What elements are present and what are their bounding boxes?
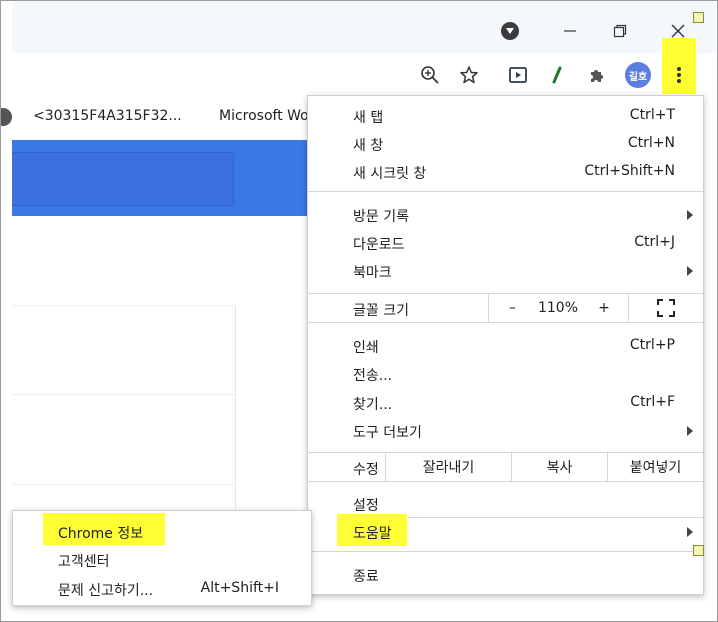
menu-item-cast[interactable]: 전송... xyxy=(308,360,703,388)
divider xyxy=(12,394,236,395)
menu-item-exit[interactable]: 종료 xyxy=(308,561,703,589)
puzzle-icon[interactable] xyxy=(582,60,612,90)
extension-slash-icon[interactable] xyxy=(542,60,572,90)
edit-row: 수정 잘라내기 복사 붙여넣기 xyxy=(308,452,703,482)
minimize-icon[interactable] xyxy=(552,15,588,47)
menu-item-label: 방문 기록 xyxy=(353,209,409,225)
paste-button[interactable]: 붙여넣기 xyxy=(607,453,703,481)
menu-item-shortcut: Ctrl+T xyxy=(629,107,675,123)
bookmark-item[interactable]: Microsoft Wo xyxy=(219,108,309,124)
menu-item-more-tools[interactable]: 도구 더보기 xyxy=(308,417,703,445)
menu-item-downloads[interactable]: 다운로드 Ctrl+J xyxy=(308,229,703,257)
menu-item-find[interactable]: 찾기... Ctrl+F xyxy=(308,389,703,417)
page-banner xyxy=(12,140,308,216)
help-submenu: Chrome 정보 고객센터 문제 신고하기... Alt+Shift+I xyxy=(12,510,312,606)
star-icon[interactable] xyxy=(454,60,484,90)
menu-item-label: 설정 xyxy=(353,498,379,514)
menu-item-label: 인쇄 xyxy=(353,340,379,356)
profile-avatar[interactable]: 길호 xyxy=(623,60,653,90)
menu-item-shortcut: Ctrl+Shift+N xyxy=(584,163,675,179)
menu-item-label: 새 시크릿 창 xyxy=(353,166,427,182)
cut-button[interactable]: 잘라내기 xyxy=(385,453,511,481)
menu-item-label: 도구 더보기 xyxy=(353,425,422,441)
submenu-arrow-icon xyxy=(687,426,693,436)
menu-item-new-window[interactable]: 새 창 Ctrl+N xyxy=(308,130,703,158)
tab-search-dropdown-icon[interactable] xyxy=(492,15,528,47)
browser-toolbar: 길호 xyxy=(12,38,716,96)
menu-separator xyxy=(308,551,703,552)
selection-handle xyxy=(693,12,704,23)
edit-label: 수정 xyxy=(353,462,379,478)
menu-item-label: 종료 xyxy=(353,569,379,585)
submenu-item-about-chrome[interactable]: Chrome 정보 xyxy=(13,518,311,546)
fullscreen-icon[interactable] xyxy=(628,294,703,322)
menu-item-help[interactable]: 도움말 xyxy=(308,518,703,546)
bookmarks-bar: <30315F4A315F32... Microsoft Wo xyxy=(0,100,320,132)
menu-item-history[interactable]: 방문 기록 xyxy=(308,201,703,229)
menu-item-label: 새 창 xyxy=(353,138,384,154)
menu-item-new-tab[interactable]: 새 탭 Ctrl+T xyxy=(308,102,703,130)
menu-item-print[interactable]: 인쇄 Ctrl+P xyxy=(308,332,703,360)
menu-item-shortcut: Ctrl+J xyxy=(634,234,675,250)
submenu-arrow-icon xyxy=(687,266,693,276)
menu-item-incognito[interactable]: 새 시크릿 창 Ctrl+Shift+N xyxy=(308,158,703,186)
menu-item-shortcut: Ctrl+P xyxy=(629,337,675,353)
submenu-item-label: 고객센터 xyxy=(58,554,110,570)
submenu-item-label: 문제 신고하기... xyxy=(58,583,154,599)
submenu-item-help-center[interactable]: 고객센터 xyxy=(13,546,311,574)
menu-item-label: 도움말 xyxy=(353,526,392,542)
menu-item-shortcut: Ctrl+N xyxy=(627,135,675,151)
copy-button[interactable]: 복사 xyxy=(511,453,607,481)
zoom-in-button[interactable]: + xyxy=(580,294,628,322)
menu-item-label: 새 탭 xyxy=(353,110,384,126)
zoom-icon[interactable] xyxy=(415,60,445,90)
content-card xyxy=(12,305,236,535)
menu-item-label: 찾기... xyxy=(353,397,393,413)
menu-item-label: 전송... xyxy=(353,368,393,384)
menu-item-label: 북마크 xyxy=(353,265,392,281)
menu-item-label: 다운로드 xyxy=(353,237,405,253)
banner-input-area[interactable] xyxy=(12,152,234,206)
menu-item-shortcut: Ctrl+F xyxy=(630,394,675,410)
media-icon[interactable] xyxy=(503,60,533,90)
restore-icon[interactable] xyxy=(602,15,638,47)
divider xyxy=(12,484,236,485)
menu-item-bookmarks[interactable]: 북마크 xyxy=(308,257,703,285)
avatar: 길호 xyxy=(625,62,651,88)
submenu-arrow-icon xyxy=(687,527,693,537)
selection-handle xyxy=(693,545,704,556)
submenu-arrow-icon xyxy=(687,210,693,220)
title-bar xyxy=(12,1,716,53)
submenu-item-shortcut: Alt+Shift+I xyxy=(200,580,279,596)
submenu-item-label: Chrome 정보 xyxy=(58,526,144,542)
zoom-level-value: 110% xyxy=(537,300,579,316)
zoom-out-button[interactable]: – xyxy=(488,294,536,322)
submenu-item-report-issue[interactable]: 문제 신고하기... Alt+Shift+I xyxy=(13,575,311,603)
globe-icon xyxy=(0,108,12,126)
three-dot-menu-icon[interactable] xyxy=(664,60,694,90)
chrome-main-menu: 새 탭 Ctrl+T 새 창 Ctrl+N 새 시크릿 창 Ctrl+Shift… xyxy=(307,95,704,595)
font-size-label: 글꼴 크기 xyxy=(353,303,409,319)
font-size-row: 글꼴 크기 – 110% + xyxy=(308,293,703,323)
menu-separator xyxy=(308,191,703,192)
bookmark-item[interactable]: <30315F4A315F32... xyxy=(33,108,182,124)
